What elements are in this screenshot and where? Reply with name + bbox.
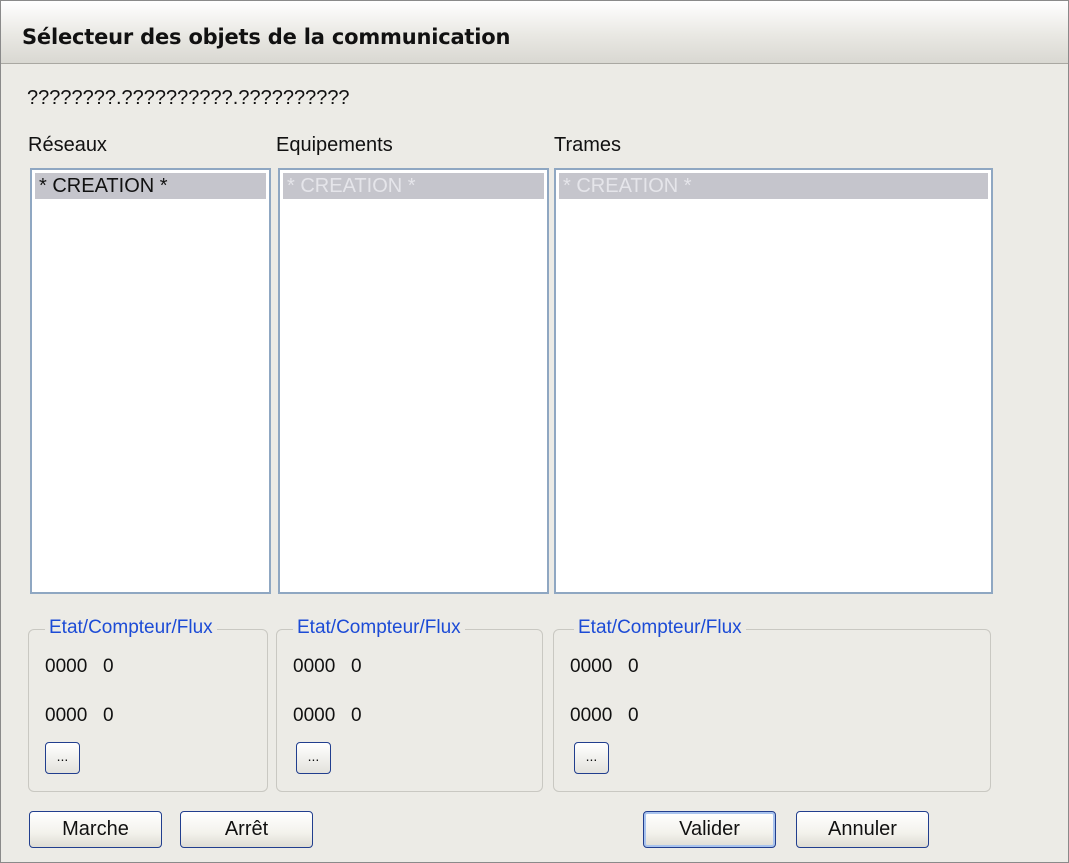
arret-button[interactable]: Arrêt [180, 811, 313, 848]
title-bar[interactable]: Sélecteur des objets de la communication [1, 1, 1068, 64]
window-title: Sélecteur des objets de la communication [22, 25, 511, 49]
annuler-button[interactable]: Annuler [796, 811, 929, 848]
list-item[interactable]: * CREATION * [559, 173, 988, 199]
details-button[interactable]: ... [45, 742, 80, 774]
reseaux-status-group: Etat/Compteur/Flux 0000 0 0000 0 ... [28, 617, 268, 792]
status-value: 0 [628, 656, 639, 677]
group-legend: Etat/Compteur/Flux [45, 617, 217, 639]
trames-listbox[interactable]: * CREATION * [554, 168, 993, 594]
equipements-status-group: Etat/Compteur/Flux 0000 0 0000 0 ... [276, 617, 543, 792]
status-counter-row: 0000 0 [45, 705, 114, 727]
list-item[interactable]: * CREATION * [35, 173, 266, 199]
label-trames: Trames [554, 134, 622, 156]
status-counter-row: 0000 0 [570, 705, 639, 727]
marche-button[interactable]: Marche [29, 811, 162, 848]
group-legend: Etat/Compteur/Flux [293, 617, 465, 639]
status-value: 0 [351, 705, 362, 726]
status-value: 0 [103, 705, 114, 726]
status-code: 0000 [293, 656, 336, 677]
valider-button[interactable]: Valider [643, 811, 776, 848]
reseaux-listbox[interactable]: * CREATION * [30, 168, 271, 594]
status-counter-row: 0000 0 [45, 656, 114, 678]
label-equipements: Equipements [276, 134, 393, 156]
list-item[interactable]: * CREATION * [283, 173, 544, 199]
trames-status-group: Etat/Compteur/Flux 0000 0 0000 0 ... [553, 617, 991, 792]
status-code: 0000 [570, 656, 613, 677]
label-reseaux: Réseaux [28, 134, 107, 156]
details-button[interactable]: ... [574, 742, 609, 774]
status-value: 0 [103, 656, 114, 677]
equipements-listbox[interactable]: * CREATION * [278, 168, 549, 594]
status-value: 0 [351, 656, 362, 677]
details-button[interactable]: ... [296, 742, 331, 774]
status-value: 0 [628, 705, 639, 726]
status-counter-row: 0000 0 [570, 656, 639, 678]
status-code: 0000 [570, 705, 613, 726]
status-code: 0000 [45, 705, 88, 726]
status-code: 0000 [45, 656, 88, 677]
object-path: ????????.??????????.?????????? [27, 87, 350, 109]
status-counter-row: 0000 0 [293, 705, 362, 727]
status-code: 0000 [293, 705, 336, 726]
dialog-window: Sélecteur des objets de la communication… [0, 0, 1069, 863]
group-legend: Etat/Compteur/Flux [574, 617, 746, 639]
status-counter-row: 0000 0 [293, 656, 362, 678]
